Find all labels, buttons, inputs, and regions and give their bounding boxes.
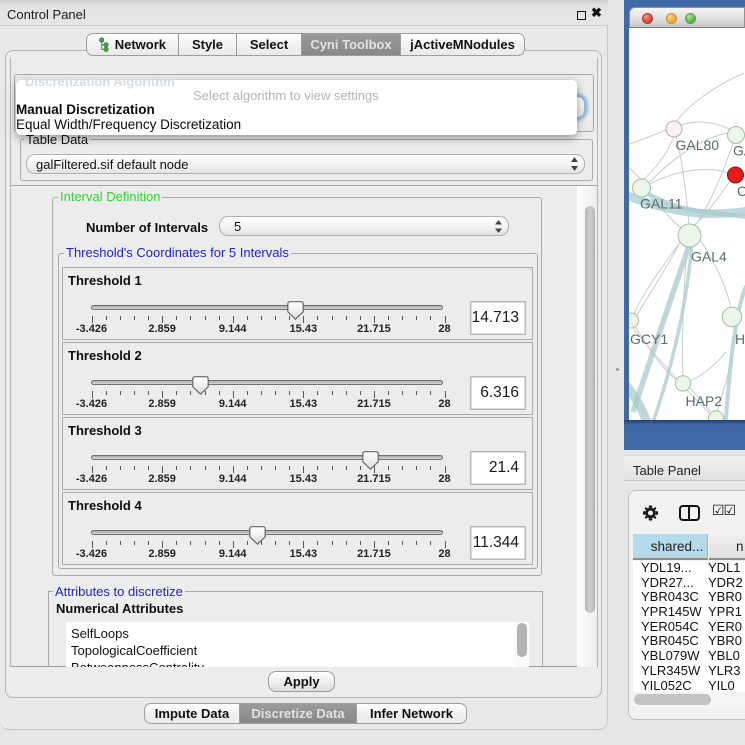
svg-text:C: C [737,183,745,199]
svg-text:GAL11: GAL11 [640,196,683,212]
svg-text:GA: GA [733,143,745,159]
svg-text:H: H [735,331,745,347]
svg-text:HAP2: HAP2 [686,393,723,409]
svg-text:GAL80: GAL80 [676,137,720,153]
svg-text:GCY1: GCY1 [630,331,668,347]
svg-text:GAL4: GAL4 [691,249,727,265]
